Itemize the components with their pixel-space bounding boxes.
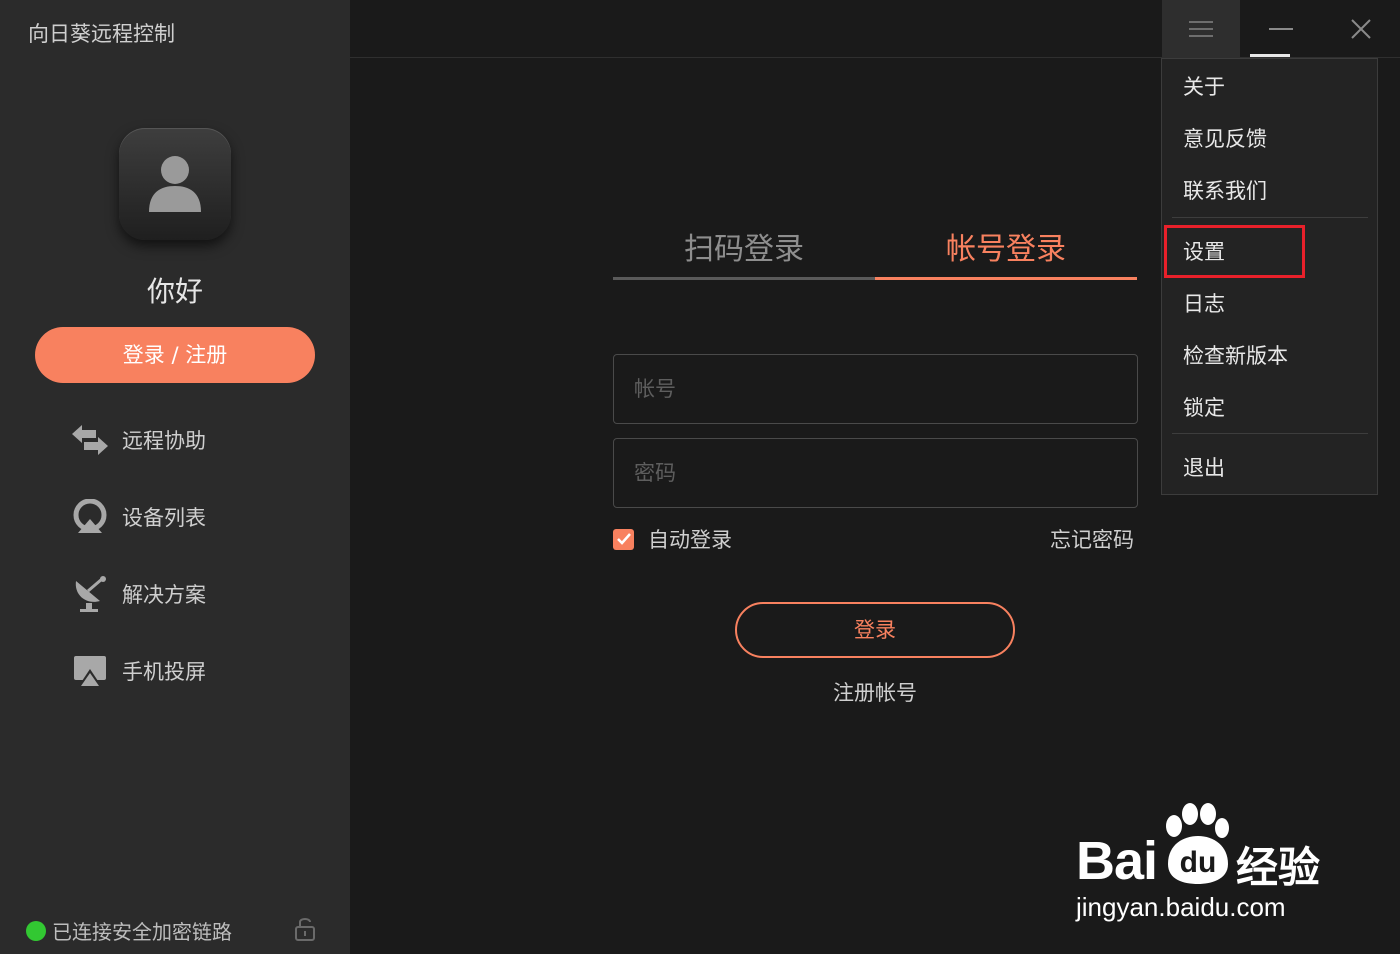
- login-tabs: 扫码登录 帐号登录: [613, 226, 1137, 280]
- paw-icon: du: [1166, 803, 1229, 884]
- solutions-icon: [70, 574, 110, 614]
- checkbox-checked-icon: [613, 528, 634, 550]
- login-register-button[interactable]: 登录 / 注册: [35, 327, 315, 383]
- menu-item-log[interactable]: 日志: [1183, 288, 1225, 318]
- sidebar-item-label: 解决方案: [122, 583, 206, 607]
- password-input[interactable]: [613, 438, 1138, 508]
- close-button[interactable]: [1322, 0, 1400, 58]
- menu-button[interactable]: [1162, 0, 1240, 58]
- remote-assist-icon: [70, 420, 110, 460]
- sidebar-item-remote-assist[interactable]: 远程协助: [70, 418, 206, 462]
- status-text: 已连接安全加密链路: [52, 920, 232, 944]
- tab-qr-login[interactable]: 扫码登录: [613, 226, 875, 280]
- sidebar-item-label: 设备列表: [122, 506, 206, 530]
- menu-item-exit[interactable]: 退出: [1183, 452, 1225, 482]
- minimize-icon: [1269, 28, 1293, 30]
- menu-item-contact[interactable]: 联系我们: [1183, 175, 1267, 205]
- sidebar-item-label: 手机投屏: [122, 660, 206, 684]
- close-icon: [1351, 19, 1371, 39]
- highlight-box: [1164, 225, 1305, 278]
- menu-item-check-update[interactable]: 检查新版本: [1183, 340, 1288, 370]
- status-dot-icon: [26, 920, 46, 941]
- svg-text:du: du: [1180, 846, 1217, 879]
- menu-item-about[interactable]: 关于: [1183, 71, 1225, 101]
- minimize-button[interactable]: [1242, 0, 1320, 58]
- menu-divider: [1172, 433, 1368, 434]
- sidebar-item-solutions[interactable]: 解决方案: [70, 572, 206, 616]
- menu-divider: [1172, 217, 1368, 218]
- phone-cast-icon: [70, 651, 110, 691]
- account-input[interactable]: [613, 354, 1138, 424]
- watermark-brand: Bai: [1076, 831, 1158, 891]
- unlock-icon[interactable]: [294, 916, 316, 946]
- hamburger-icon: [1189, 21, 1213, 37]
- greeting: 你好: [146, 275, 203, 308]
- user-icon: [149, 156, 201, 212]
- sidebar-item-phone-cast[interactable]: 手机投屏: [70, 649, 206, 693]
- menu-item-feedback[interactable]: 意见反馈: [1183, 123, 1267, 153]
- device-list-icon: [70, 497, 110, 537]
- avatar[interactable]: [119, 128, 231, 240]
- watermark-brand-cn: 经验: [1236, 843, 1321, 892]
- forgot-password-link[interactable]: 忘记密码: [1050, 524, 1134, 554]
- tab-account-login[interactable]: 帐号登录: [875, 226, 1137, 280]
- login-button[interactable]: 登录: [735, 602, 1015, 658]
- menu-item-lock[interactable]: 锁定: [1183, 392, 1225, 422]
- sidebar-item-device-list[interactable]: 设备列表: [70, 495, 206, 539]
- baidu-jingyan-watermark: Bai du 经验 jingyan.baidu.com: [1076, 800, 1356, 930]
- auto-login-checkbox[interactable]: 自动登录: [613, 524, 732, 554]
- sidebar-item-label: 远程协助: [122, 429, 206, 453]
- register-account-link[interactable]: 注册帐号: [735, 677, 1015, 707]
- connection-status: 已连接安全加密链路: [26, 916, 232, 945]
- auto-login-label: 自动登录: [648, 528, 732, 552]
- sidebar: 向日葵远程控制 你好 登录 / 注册 远程协助 设备列表 解决方案 手机投屏 已…: [0, 0, 350, 954]
- app-title: 向日葵远程控制: [28, 22, 175, 46]
- watermark-url: jingyan.baidu.com: [1076, 892, 1286, 922]
